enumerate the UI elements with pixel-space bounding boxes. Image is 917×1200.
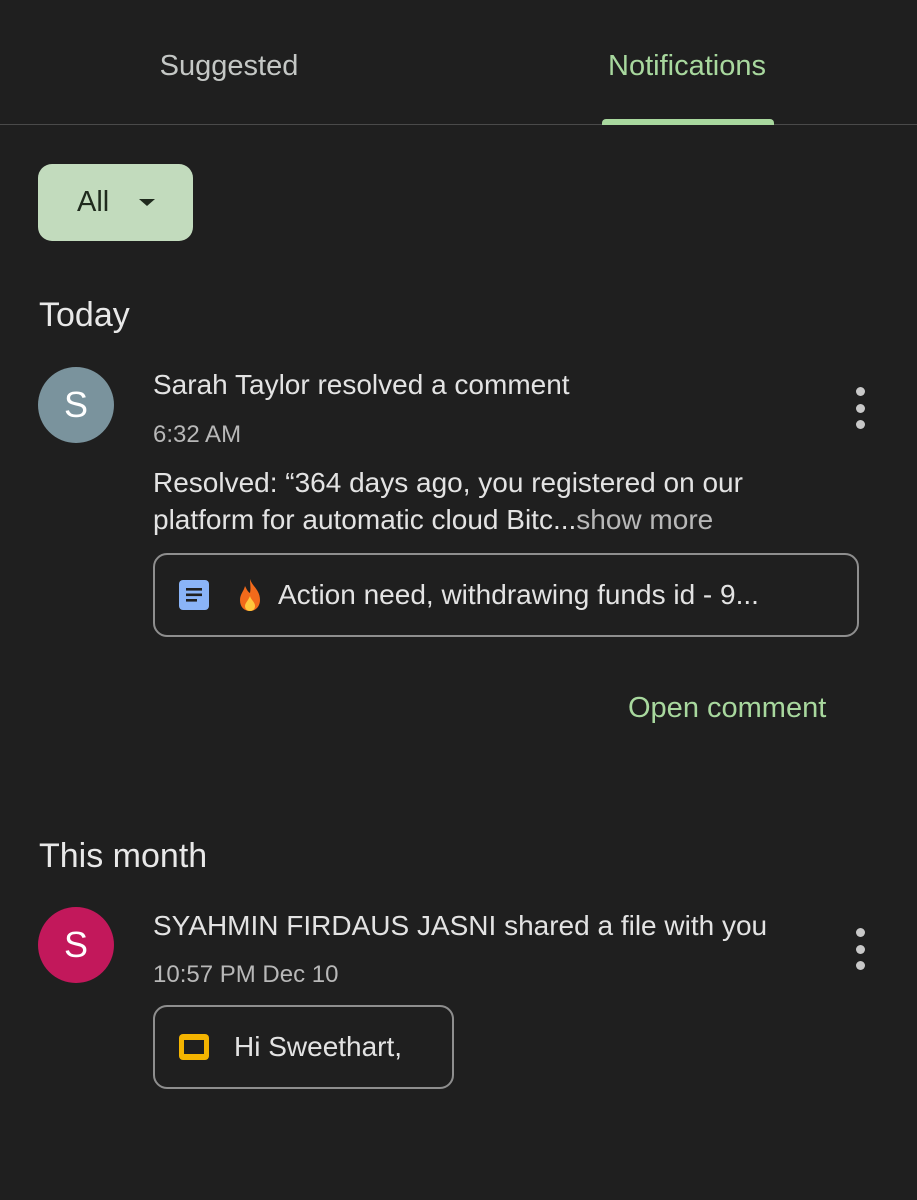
active-tab-indicator (602, 119, 774, 125)
filter-dropdown[interactable]: All (38, 164, 193, 241)
notification-title: Sarah Taylor resolved a comment (153, 369, 570, 400)
notification-time: 6:32 AM (153, 421, 242, 448)
file-name: Hi Sweethart, (234, 1031, 403, 1062)
avatar: S (38, 367, 114, 443)
file-chip[interactable]: Action need, withdrawing funds id - 9... (153, 553, 859, 637)
tab-suggested[interactable]: Suggested (0, 0, 458, 124)
show-more-link[interactable]: show more (576, 504, 713, 535)
section-heading-today: Today (39, 296, 130, 334)
filter-label: All (77, 186, 110, 218)
notification-title: SYAHMIN FIRDAUS JASNI shared a file with… (153, 910, 768, 941)
file-chip[interactable]: Hi Sweethart, (153, 1005, 454, 1089)
more-options-icon[interactable] (843, 383, 877, 433)
open-comment-button[interactable]: Open comment (628, 692, 826, 725)
docs-icon (179, 580, 209, 610)
tab-notifications[interactable]: Notifications (458, 0, 916, 124)
avatar-letter: S (63, 924, 88, 965)
file-name: Action need, withdrawing funds id - 9... (278, 579, 759, 610)
more-options-icon[interactable] (843, 924, 877, 974)
avatar-letter: S (63, 384, 88, 425)
dropdown-arrow-icon (139, 199, 156, 206)
tab-bar: Suggested Notifications (0, 0, 917, 125)
notification-body: Resolved: “364 days ago, you registered … (153, 464, 833, 538)
avatar: S (38, 907, 114, 983)
slides-icon (179, 1034, 209, 1060)
fire-icon (240, 579, 260, 611)
notification-time: 10:57 PM Dec 10 (153, 961, 339, 988)
section-heading-this-month: This month (39, 837, 208, 875)
